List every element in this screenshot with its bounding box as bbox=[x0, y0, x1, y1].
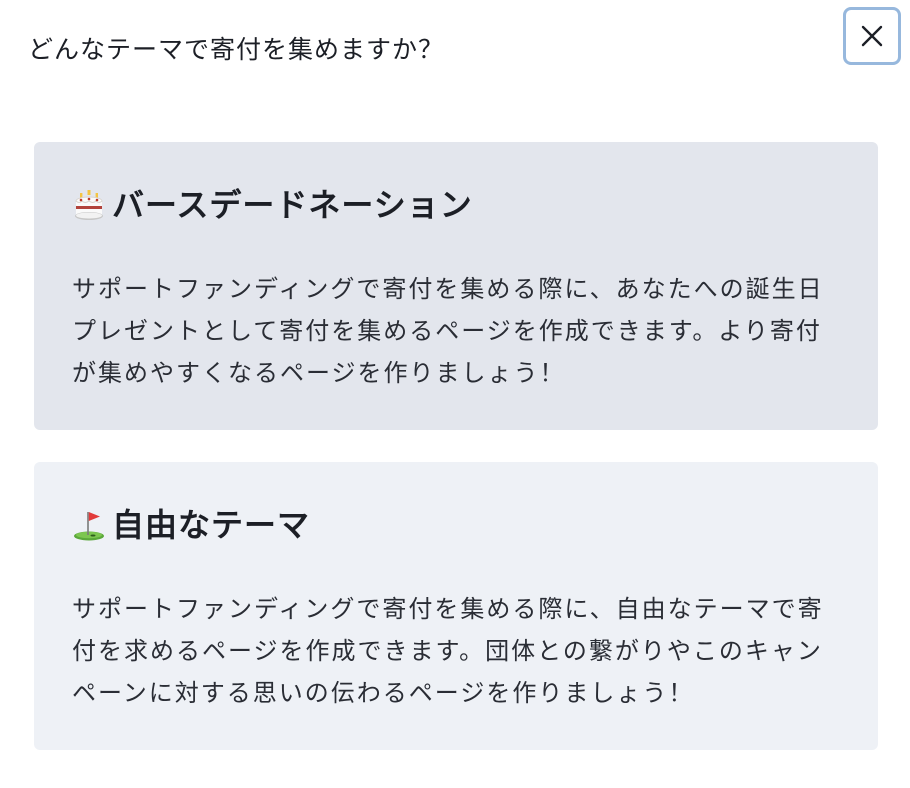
card-title: 自由なテーマ bbox=[112, 506, 311, 544]
golf-flag-icon bbox=[72, 508, 106, 542]
birthday-cake-icon bbox=[72, 188, 106, 222]
card-heading: 自由なテーマ bbox=[72, 502, 838, 548]
card-description: サポートファンディングで寄付を集める際に、自由なテーマで寄付を求めるページを作成… bbox=[72, 595, 824, 707]
close-button[interactable] bbox=[843, 7, 901, 65]
close-icon bbox=[860, 24, 884, 48]
theme-card-free-theme[interactable]: 自由なテーマ サポートファンディングで寄付を集める際に、自由なテーマで寄付を求め… bbox=[34, 462, 878, 750]
card-title: バースデードネーション bbox=[112, 186, 473, 224]
card-heading: バースデードネーション bbox=[72, 182, 838, 228]
card-description: サポートファンディングで寄付を集める際に、あなたへの誕生日プレゼントとして寄付を… bbox=[72, 275, 824, 387]
modal-title: どんなテーマで寄付を集めますか？ bbox=[28, 35, 445, 64]
theme-card-birthday-donation[interactable]: バースデードネーション サポートファンディングで寄付を集める際に、あなたへの誕生… bbox=[34, 142, 878, 430]
